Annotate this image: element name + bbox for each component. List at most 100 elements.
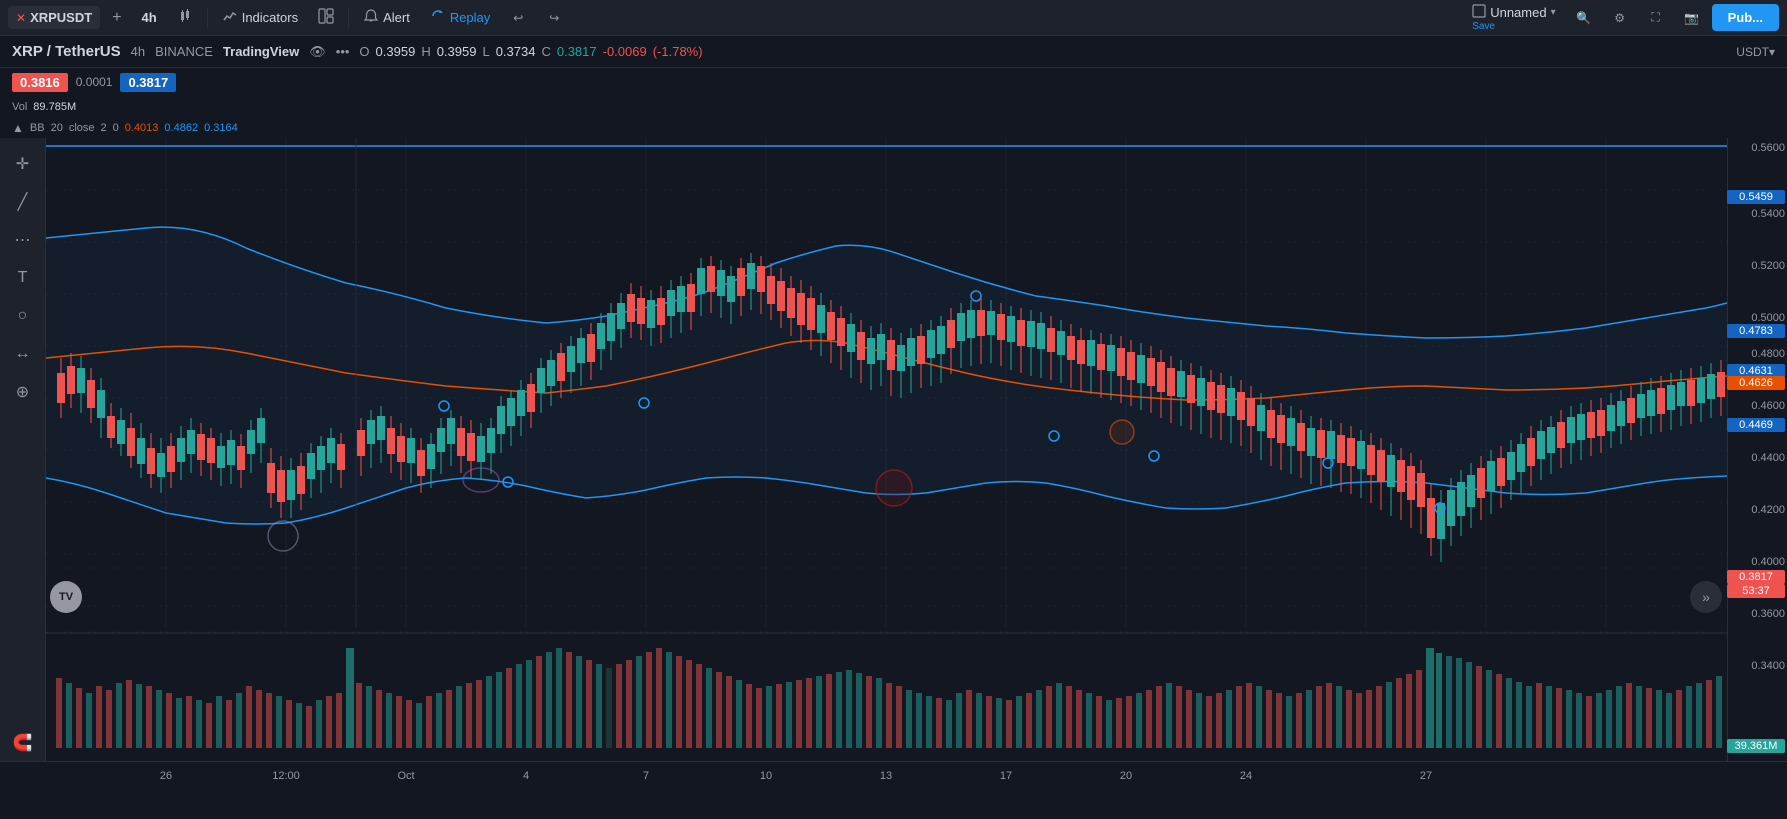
search-icon: 🔍 bbox=[1576, 11, 1591, 25]
more-icon: ••• bbox=[336, 44, 350, 59]
search-button[interactable]: 🔍 bbox=[1568, 2, 1600, 34]
bb-collapse-arrow[interactable]: ▲ bbox=[12, 121, 24, 135]
bb-period: 20 bbox=[51, 122, 63, 134]
price-badges-bar: 0.3816 0.0001 0.3817 bbox=[0, 68, 1787, 96]
price-axis: 0.5600 0.5459 0.5400 0.5200 0.5000 0.478… bbox=[1727, 138, 1787, 761]
save-layout-button[interactable]: Unnamed ▾ Save bbox=[1464, 2, 1563, 34]
price-label-3400: 0.3400 bbox=[1751, 660, 1785, 672]
chart-type-button[interactable] bbox=[169, 4, 201, 31]
save-label: Save bbox=[1472, 21, 1495, 32]
fibonacci-tool[interactable]: ⋯ bbox=[5, 222, 41, 258]
open-label: O bbox=[359, 44, 369, 59]
time-label-13: 13 bbox=[880, 770, 892, 782]
usdt-label: USDT▾ bbox=[1736, 45, 1775, 59]
fullscreen-button[interactable]: ⛶ bbox=[1640, 2, 1672, 34]
shape-tool[interactable]: ○ bbox=[5, 298, 41, 334]
indicators-button[interactable]: Indicators bbox=[214, 4, 306, 31]
symbol-selector[interactable]: ✕ XRPUSDT bbox=[8, 6, 100, 29]
time-label-27: 27 bbox=[1420, 770, 1432, 782]
text-tool[interactable]: T bbox=[5, 260, 41, 296]
time-label-26: 26 bbox=[160, 770, 172, 782]
crosshair-tool[interactable]: ✛ bbox=[5, 146, 41, 182]
dropdown-icon: ▾ bbox=[1551, 7, 1556, 18]
fullscreen-icon: ⛶ bbox=[1651, 10, 1659, 25]
time-axis: 26 12:00 Oct 4 7 10 13 17 20 24 27 bbox=[0, 761, 1787, 789]
replay-icon bbox=[430, 8, 446, 27]
price-label-4000: 0.4000 bbox=[1751, 556, 1785, 568]
top-toolbar: ✕ XRPUSDT + 4h Indicators bbox=[0, 0, 1787, 36]
screenshot-button[interactable]: 📷 bbox=[1676, 2, 1708, 34]
source-label: TradingView bbox=[223, 44, 299, 59]
publish-label: Pub... bbox=[1728, 10, 1763, 25]
open-val: 0.3959 bbox=[376, 44, 416, 59]
price-label-4600: 0.4600 bbox=[1751, 400, 1785, 412]
toolbar-right: Unnamed ▾ Save 🔍 ⚙ ⛶ 📷 Pub... bbox=[1464, 2, 1779, 34]
time-label-17: 17 bbox=[1000, 770, 1012, 782]
tv-logo-text: TV bbox=[59, 591, 73, 603]
quote-currency[interactable]: USDT▾ bbox=[1736, 45, 1775, 59]
alert-button[interactable]: Alert bbox=[355, 4, 418, 31]
change-pct: (-1.78%) bbox=[653, 44, 703, 59]
time-label-20: 20 bbox=[1120, 770, 1132, 782]
bb-mid-val: 0.4013 bbox=[125, 122, 159, 134]
timeframe-display: 4h bbox=[131, 44, 145, 59]
redo-icon: ↪ bbox=[549, 11, 559, 25]
price-label-3600: 0.3600 bbox=[1751, 608, 1785, 620]
layouts-button[interactable] bbox=[310, 4, 342, 31]
magnet-tool[interactable]: 🧲 bbox=[5, 725, 41, 761]
replay-button[interactable]: Replay bbox=[422, 4, 498, 31]
current-price-badge: 0.3816 bbox=[12, 73, 68, 92]
vol-label: Vol bbox=[12, 101, 27, 113]
bb-lower-val: 0.3164 bbox=[204, 122, 238, 134]
price-label-4800: 0.4800 bbox=[1751, 348, 1785, 360]
layouts-icon bbox=[318, 8, 334, 27]
publish-button[interactable]: Pub... bbox=[1712, 4, 1779, 31]
time-label-1200: 12:00 bbox=[272, 770, 300, 782]
high-val: 0.3959 bbox=[437, 44, 477, 59]
time-label-24: 24 bbox=[1240, 770, 1252, 782]
indicators-label: Indicators bbox=[242, 10, 298, 25]
tradingview-logo: TV bbox=[50, 581, 82, 613]
time-label-oct: Oct bbox=[397, 770, 414, 782]
high-label: H bbox=[421, 44, 430, 59]
add-symbol-button[interactable]: + bbox=[104, 5, 129, 31]
bb-close: close bbox=[69, 122, 95, 134]
tick-size: 0.0001 bbox=[76, 75, 113, 89]
replay-label: Replay bbox=[450, 10, 490, 25]
pair-name: XRP / TetherUS bbox=[12, 43, 121, 60]
price-label-5600: 0.5600 bbox=[1751, 142, 1785, 154]
change-val: -0.0069 bbox=[603, 44, 647, 59]
candlestick-icon bbox=[177, 8, 193, 27]
camera-icon: 📷 bbox=[1684, 11, 1699, 25]
indicators-icon bbox=[222, 8, 238, 27]
close-icon: ✕ bbox=[16, 11, 26, 25]
price-label-5200: 0.5200 bbox=[1751, 260, 1785, 272]
ohlc-display: O 0.3959 H 0.3959 L 0.3734 C 0.3817 -0.0… bbox=[359, 44, 702, 59]
chart-svg bbox=[46, 138, 1727, 761]
bb-std: 2 bbox=[101, 122, 107, 134]
zoom-tool[interactable]: ⊕ bbox=[5, 374, 41, 410]
bb-upper-val: 0.4862 bbox=[164, 122, 198, 134]
settings-button[interactable]: ⚙ bbox=[1604, 2, 1636, 34]
separator-1 bbox=[207, 8, 208, 28]
gear-icon: ⚙ bbox=[1614, 11, 1625, 25]
price-label-4400: 0.4400 bbox=[1751, 452, 1785, 464]
chevron-right-icon: » bbox=[1702, 589, 1710, 605]
undo-button[interactable]: ↩ bbox=[502, 2, 534, 34]
scroll-right-button[interactable]: » bbox=[1690, 581, 1722, 613]
timeframe-selector[interactable]: 4h bbox=[134, 6, 165, 29]
timeframe-label: 4h bbox=[142, 10, 157, 25]
rectangle-icon bbox=[1472, 4, 1486, 21]
bb-line: ▲ BB 20 close 2 0 0.4013 0.4862 0.3164 bbox=[0, 118, 1787, 138]
exchange-name: BINANCE bbox=[155, 44, 213, 59]
measure-tool[interactable]: ↔ bbox=[5, 336, 41, 372]
bb-offset: 0 bbox=[113, 122, 119, 134]
low-label: L bbox=[482, 44, 489, 59]
indicators-line: Vol 89.785M bbox=[0, 96, 1787, 118]
time-label-4: 4 bbox=[523, 770, 529, 782]
symbol-name: XRPUSDT bbox=[30, 10, 92, 25]
unnamed-title: Unnamed bbox=[1490, 5, 1546, 20]
redo-button[interactable]: ↪ bbox=[538, 2, 570, 34]
time-label-10: 10 bbox=[760, 770, 772, 782]
draw-line-tool[interactable]: ╱ bbox=[5, 184, 41, 220]
